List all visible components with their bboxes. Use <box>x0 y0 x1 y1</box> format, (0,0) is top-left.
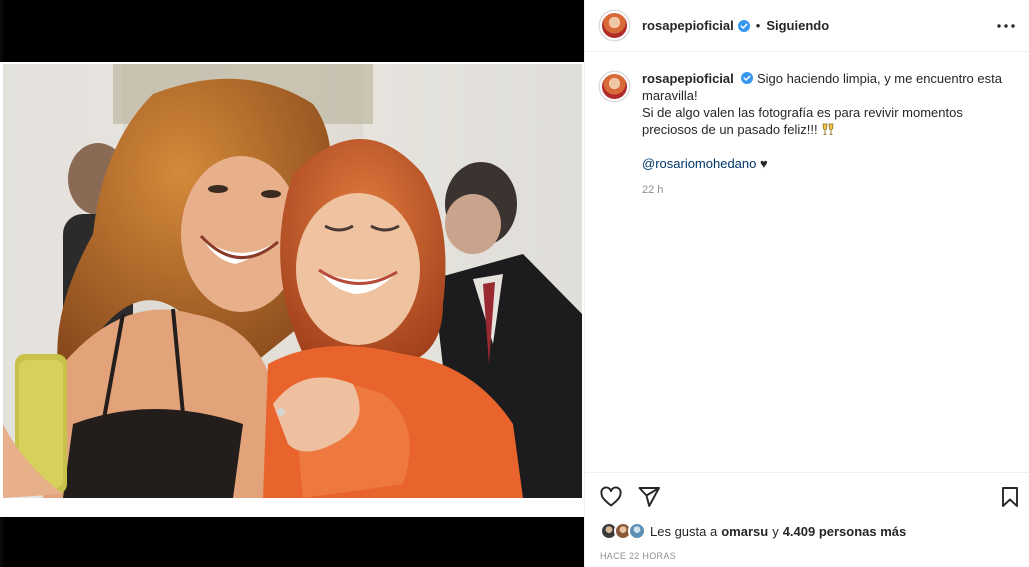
caption-text-line2: Si de algo valen las fotografía es para … <box>642 105 963 137</box>
caption-username[interactable]: rosapepioficial <box>642 71 734 86</box>
photo-frame <box>0 62 584 517</box>
clinking-glasses-emoji-icon <box>822 123 834 135</box>
verified-badge-icon <box>737 19 750 32</box>
mention-link[interactable]: @rosariomohedano <box>642 156 756 171</box>
liker-avatar <box>628 522 646 540</box>
paper-plane-icon[interactable] <box>637 485 661 509</box>
liker-avatars <box>600 521 650 541</box>
post-sidebar: rosapepioficial • Siguiendo rosapepiofic… <box>584 0 1029 567</box>
caption-avatar[interactable] <box>600 72 629 101</box>
photo-illustration <box>3 64 582 498</box>
author-avatar[interactable] <box>600 11 629 40</box>
likes-count[interactable]: 4.409 personas más <box>783 524 907 539</box>
caption-mention-line: @rosariomohedano ♥ <box>642 155 1020 172</box>
post-header: rosapepioficial • Siguiendo <box>585 0 1029 52</box>
action-bar <box>585 472 1029 520</box>
likes-prefix: Les gusta a <box>650 523 718 539</box>
bookmark-icon[interactable] <box>998 485 1022 509</box>
author-username[interactable]: rosapepioficial <box>642 18 734 33</box>
caption-text-line2-wrap: Si de algo valen las fotografía es para … <box>642 104 1020 138</box>
likes-user[interactable]: omarsu <box>721 524 768 539</box>
posted-time[interactable]: HACE 22 HORAS <box>600 551 676 561</box>
following-button[interactable]: Siguiendo <box>766 18 829 33</box>
caption-timestamp[interactable]: 22 h <box>642 182 1020 199</box>
heart-outline-icon[interactable] <box>599 485 623 509</box>
more-dots-glyph <box>997 24 1015 28</box>
black-heart-emoji: ♥ <box>760 156 768 171</box>
header-separator: • <box>755 18 761 33</box>
post-media[interactable] <box>0 0 584 567</box>
likes-connector: y <box>772 523 779 539</box>
caption-body: rosapepioficial Sigo haciendo limpia, y … <box>642 70 1020 199</box>
caption-verified-badge-icon <box>741 72 754 84</box>
post-photo[interactable] <box>3 64 582 498</box>
caption-first-line: rosapepioficial Sigo haciendo limpia, y … <box>642 70 1020 104</box>
more-horizontal-icon[interactable] <box>996 16 1016 36</box>
likes-row[interactable]: Les gusta a omarsu y 4.409 personas más <box>600 521 910 541</box>
caption-comment: rosapepioficial Sigo haciendo limpia, y … <box>600 70 1020 199</box>
